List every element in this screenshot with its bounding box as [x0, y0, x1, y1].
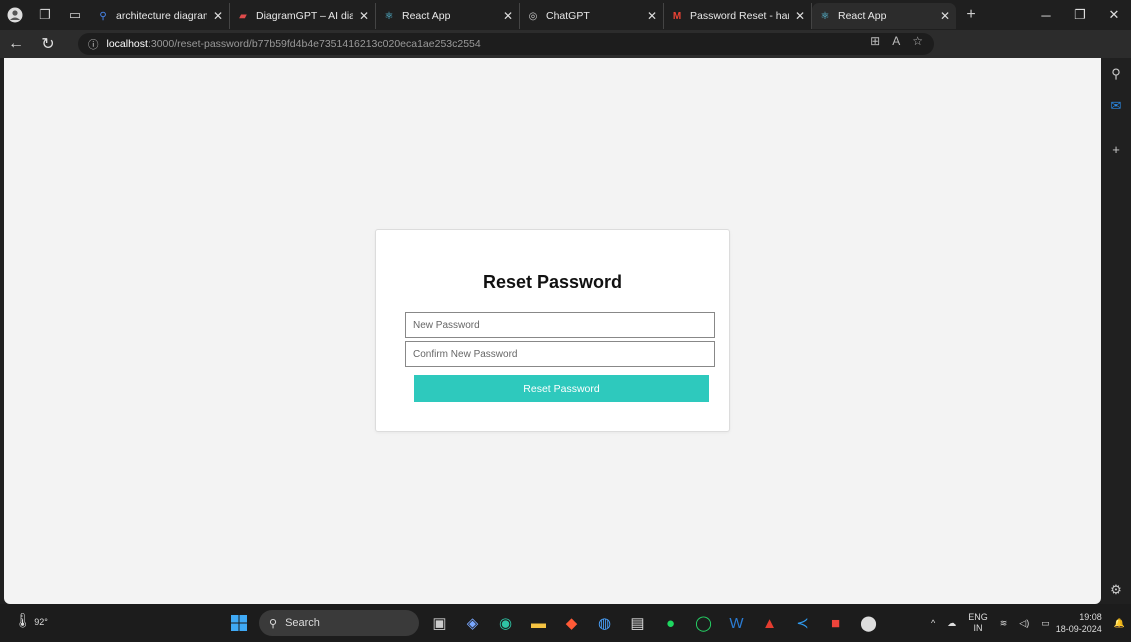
search-icon[interactable]: ⚲ — [1101, 58, 1131, 90]
clock-time: 19:08 — [1079, 612, 1102, 622]
chatgpt-favicon-icon: ◎ — [528, 10, 538, 22]
close-icon[interactable]: ✕ — [359, 9, 369, 23]
tab-react-app[interactable]: ⚛ React App ✕ — [376, 3, 520, 29]
tab-chatgpt[interactable]: ◎ ChatGPT ✕ — [520, 3, 664, 29]
search-icon: ⚲ — [269, 617, 278, 630]
page-title: Reset Password — [482, 272, 623, 292]
tab-title: ChatGPT — [546, 10, 590, 22]
onedrive-icon[interactable]: ☁ — [947, 618, 956, 629]
volume-icon[interactable]: ◁) — [1019, 618, 1029, 629]
clock-date: 18-09-2024 — [1055, 624, 1102, 634]
window-close-icon[interactable]: ✕ — [1097, 0, 1131, 30]
url-host: localhost — [106, 38, 148, 50]
address-input[interactable]: ⓘ localhost:3000/reset-password/b77b59fd… — [78, 33, 934, 55]
clock[interactable]: 19:08 18-09-2024 — [1056, 611, 1102, 635]
tab-title: DiagramGPT – AI diagram — [256, 10, 353, 22]
copilot-taskbar-icon[interactable]: ◈ — [456, 608, 489, 638]
mongodb-icon[interactable]: ⬤ — [852, 608, 885, 638]
minimize-icon[interactable]: ─ — [1029, 0, 1063, 30]
edge-taskbar-icon[interactable]: ◉ — [489, 608, 522, 638]
back-icon[interactable]: ← — [0, 30, 32, 58]
language-indicator[interactable]: ENG IN — [968, 612, 988, 634]
new-tab-icon[interactable]: + — [956, 0, 986, 30]
sidebar-settings-icon[interactable]: ⚙ — [1101, 574, 1131, 606]
close-icon[interactable]: ✕ — [213, 9, 223, 23]
tab-password-reset-gmail[interactable]: M Password Reset - harinims ✕ — [664, 3, 812, 29]
taskbar-search-label: Search — [285, 617, 320, 629]
notification-bell-icon[interactable]: 🔔 — [1114, 618, 1125, 629]
new-password-field[interactable] — [405, 312, 715, 338]
gmail-favicon-icon: M — [672, 10, 682, 22]
edge-sidebar: ⚲ ✉ + ⚙ — [1101, 58, 1131, 604]
word-icon[interactable]: W — [720, 608, 753, 638]
taskbar-search[interactable]: ⚲ Search — [259, 610, 419, 636]
tab-bar: ❐ ▭ ⚲ architecture diagram gene ✕ ▰ Diag… — [0, 0, 1131, 30]
favorite-star-icon[interactable]: ☆ — [912, 34, 923, 48]
address-bar-row: ← ↻ ⓘ localhost:3000/reset-password/b77b… — [0, 30, 1131, 81]
chrome-icon[interactable]: ◍ — [588, 608, 621, 638]
store-icon[interactable]: ▤ — [621, 608, 654, 638]
reset-password-button[interactable]: Reset Password — [414, 375, 709, 402]
tab-title: Password Reset - harinims — [690, 10, 789, 22]
add-sidebar-app-icon[interactable]: + — [1101, 134, 1131, 166]
weather-widget[interactable]: 🌡 92° — [14, 612, 48, 629]
close-icon[interactable]: ✕ — [940, 9, 950, 23]
battery-icon[interactable]: ▭ — [1041, 618, 1050, 629]
confirm-password-field[interactable] — [405, 341, 715, 367]
anydesk-icon[interactable]: ■ — [819, 608, 852, 638]
workspaces-icon[interactable]: ❐ — [30, 0, 60, 30]
info-icon[interactable]: ⓘ — [88, 37, 99, 52]
windows-start-icon[interactable] — [222, 608, 255, 638]
url-path: :3000/reset-password/b77b59fd4b4e7351416… — [147, 38, 481, 50]
page-viewport: Reset Password Reset Password — [4, 58, 1101, 604]
app-diamond-icon[interactable]: ◆ — [555, 608, 588, 638]
restore-icon[interactable]: ❐ — [1063, 0, 1097, 30]
outlook-icon[interactable]: ✉ — [1101, 90, 1131, 122]
wifi-icon[interactable]: ≋ — [1000, 618, 1008, 629]
acrobat-icon[interactable]: ▲ — [753, 608, 786, 638]
tab-title: architecture diagram gene — [116, 10, 207, 22]
tab-title: React App — [402, 10, 451, 22]
tab-actions-icon[interactable]: ▭ — [60, 0, 90, 30]
close-icon[interactable]: ✕ — [503, 9, 513, 23]
diagramgpt-favicon-icon: ▰ — [239, 10, 247, 22]
search-favicon-icon: ⚲ — [99, 10, 107, 22]
app-available-icon[interactable]: ⊞ — [870, 34, 880, 48]
close-icon[interactable]: ✕ — [647, 9, 657, 23]
thermometer-icon: 🌡 — [14, 612, 32, 628]
read-aloud-icon[interactable]: A — [892, 34, 900, 48]
tab-architecture-search[interactable]: ⚲ architecture diagram gene ✕ — [90, 3, 230, 29]
react-favicon-icon: ⚛ — [384, 10, 394, 22]
whatsapp-icon[interactable]: ◯ — [687, 608, 720, 638]
lang-top: ENG — [968, 612, 988, 622]
react-favicon-icon: ⚛ — [820, 10, 830, 22]
vscode-icon[interactable]: ≺ — [786, 608, 819, 638]
profile-icon[interactable] — [0, 0, 30, 30]
spotify-icon[interactable]: ● — [654, 608, 687, 638]
file-explorer-icon[interactable]: ▬ — [522, 608, 555, 638]
refresh-icon[interactable]: ↻ — [32, 30, 64, 58]
show-hidden-icons-icon[interactable]: ^ — [931, 618, 935, 629]
tab-diagramgpt[interactable]: ▰ DiagramGPT – AI diagram ✕ — [230, 3, 376, 29]
lang-bottom: IN — [973, 623, 983, 633]
weather-temp: 92° — [34, 617, 48, 627]
system-tray: ^ ☁ ENG IN ≋ ◁) ▭ 19:08 18-09-2024 🔔 — [925, 604, 1131, 642]
tab-title: React App — [838, 10, 887, 22]
taskbar: 🌡 92° ⚲ Search ▣ ◈ ◉ ▬ ◆ ◍ ▤ ● ◯ W ▲ ≺ ■… — [0, 604, 1131, 642]
task-view-icon[interactable]: ▣ — [423, 608, 456, 638]
close-icon[interactable]: ✕ — [795, 9, 805, 23]
reset-password-card: Reset Password Reset Password — [375, 229, 730, 432]
tab-react-app-active[interactable]: ⚛ React App ✕ — [812, 3, 956, 29]
